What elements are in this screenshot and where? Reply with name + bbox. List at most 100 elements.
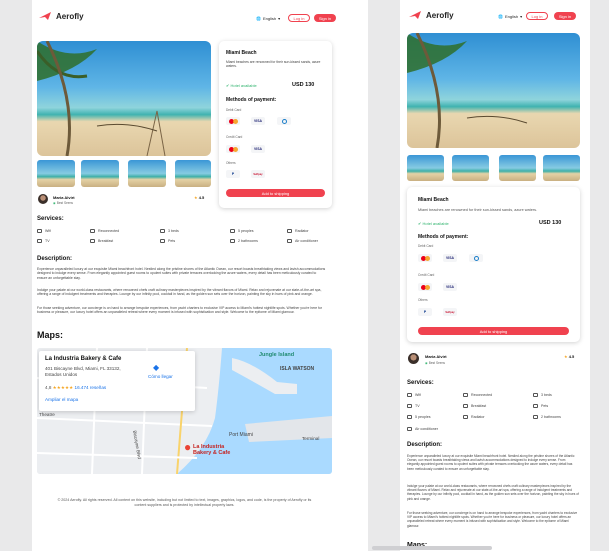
host-role-label: Best Seens [428,361,445,365]
radiator-icon [463,415,468,419]
mobile-view: Aerofly 🌐 English ▾ Log in Sign in Miami… [400,0,590,551]
plane-icon [409,11,421,19]
place-reviews[interactable]: 16.474 reseñas [75,385,107,390]
service-reconnected: Reconnected [463,393,492,397]
others-label: Others [418,298,428,302]
debit-label: Debit Card [226,108,242,112]
thumbnail[interactable] [37,160,75,187]
listing-description: Miami beaches are renowned for their sun… [226,60,321,69]
service-label: TV [45,239,50,243]
directions-icon[interactable]: ◆ [153,363,159,372]
debit-label: Debit Card [418,244,434,248]
bath-icon [230,239,235,243]
service-label: Breakfast [98,239,114,243]
rating-value: 4.5 [568,354,575,359]
service-label: 5 peoples [238,229,254,233]
brand-logo[interactable]: Aerofly [408,10,454,20]
avatar [408,353,419,364]
palm-scene-image [407,33,528,148]
thumb-icon [463,393,468,397]
availability-status: ✔ Hotel available [226,83,257,88]
bank-option[interactable] [469,254,483,262]
price: USD 130 [539,220,562,226]
place-rating: 4,8 ★★★★★ 16.474 reseñas [45,385,106,391]
brand-logo[interactable]: Aerofly [38,11,84,21]
service-breakfast: Breakfast [463,404,486,408]
enlarge-map-link[interactable]: Ampliar el mapa [45,397,78,402]
thumbnail[interactable] [175,160,211,187]
login-button[interactable]: Log in [288,14,310,22]
other-payment-option[interactable]: Selfpay [443,308,457,316]
signup-button[interactable]: Sign in [554,12,576,20]
chevron-down-icon: ▾ [520,14,523,19]
description-paragraph: For those seeking adventure, our concier… [37,306,323,315]
map-embed[interactable]: La Industria Bakery & Cafe 401 Biscayne … [37,348,332,474]
star-icon: ★ [564,354,568,359]
thumbnail[interactable] [499,155,536,181]
service-breakfast: Breakfast [90,239,113,243]
service-label: Breakfast [471,404,487,408]
service-wifi: Wifi [37,229,51,233]
bank-option[interactable] [277,117,291,125]
mastercard-option[interactable] [418,254,432,262]
service-tv: TV [407,404,420,408]
check-icon: ✔ [418,221,422,226]
mastercard-option[interactable] [418,283,432,291]
directions-link[interactable]: Cómo llegar [148,374,173,379]
service-bathrooms: 2 bathrooms [230,239,258,243]
people-icon [230,229,235,233]
language-selector[interactable]: 🌐 English ▾ [498,14,522,19]
service-label: Radiator [295,229,309,233]
visa-option[interactable]: VISA [443,254,457,262]
paypal-option[interactable]: P [418,308,432,316]
rating: ★ 4.5 [194,195,204,200]
add-to-shipping-button[interactable]: Add to shipping [226,189,325,197]
thumbnail[interactable] [452,155,489,181]
visa-option[interactable]: VISA [443,283,457,291]
add-to-shipping-button[interactable]: Add to shipping [418,327,569,335]
listing-title: Miami Beach [418,197,449,203]
place-name: La Industria Bakery & Cafe [45,356,122,362]
visa-option[interactable]: VISA [251,117,265,125]
main-photo[interactable] [37,41,211,156]
signup-button[interactable]: Sign in [314,14,336,22]
price: USD 130 [292,82,315,88]
description-paragraph: Indulge your palate at our world-class r… [407,484,579,501]
service-label: Air conditioner [415,427,438,431]
horizontal-scrollbar[interactable] [372,546,492,550]
paypal-option[interactable]: P [226,170,240,178]
language-selector[interactable]: 🌐 English ▾ [256,16,280,21]
payment-heading: Methods of payment: [418,234,469,240]
maps-heading: Maps: [37,330,64,340]
thumb-icon [90,229,95,233]
host-role-label: Best Seens [56,201,73,205]
others-label: Others [226,161,236,165]
visa-option[interactable]: VISA [251,145,265,153]
check-icon: ✔ [226,83,230,88]
listing-description: Miami beaches are renowned for their sun… [418,208,538,212]
thumbnail[interactable] [128,160,166,187]
wifi-icon [37,229,42,233]
service-wifi: Wifi [407,393,421,397]
other-payment-option[interactable]: Selfpay [251,170,265,178]
mastercard-option[interactable] [226,117,240,125]
thumbnail[interactable] [81,160,119,187]
globe-icon: 🌐 [256,16,261,21]
rating: ★ 4.5 [564,354,574,359]
host-role: ◉ Best Seens [53,201,73,205]
thumbnail[interactable] [543,155,580,181]
map-label-terminal: Terminal [302,436,320,441]
place-info-card: La Industria Bakery & Cafe 401 Biscayne … [39,351,195,411]
cup-icon [90,239,95,243]
availability-label: Hotel available [422,221,449,226]
map-pin-icon[interactable]: ● [184,440,191,454]
tv-icon [407,404,412,408]
booking-card: Miami Beach Miami beaches are renowned f… [219,41,332,208]
ac-icon [407,427,412,431]
login-button[interactable]: Log in [526,12,548,20]
main-photo[interactable] [407,33,580,148]
chevron-down-icon: ▾ [278,16,281,21]
mastercard-option[interactable] [226,145,240,153]
service-label: Reconnected [471,393,493,397]
thumbnail[interactable] [407,155,444,181]
